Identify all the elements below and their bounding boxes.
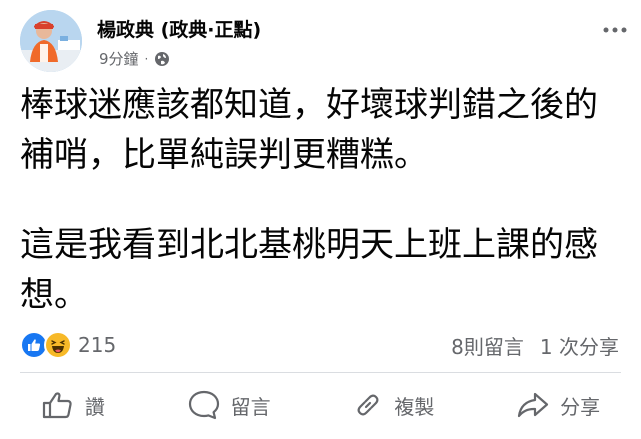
haha-icon bbox=[44, 331, 72, 359]
post-paragraph: 棒球迷應該都知道，好壞球判錯之後的補哨，比單純誤判更糟糕。 bbox=[20, 85, 598, 175]
author-name[interactable]: 楊政典 (政典·正點) bbox=[97, 15, 261, 42]
comment-count[interactable]: 8則留言 bbox=[451, 331, 524, 360]
post-text: 棒球迷應該都知道，好壞球判錯之後的補哨，比單純誤判更糟糕。 這是我看到北北基桃明… bbox=[20, 80, 630, 320]
reaction-count: 215 bbox=[78, 333, 117, 357]
like-label: 讚 bbox=[84, 394, 105, 419]
divider bbox=[20, 372, 621, 373]
engagement-stats: 8則留言 1 次分享 bbox=[451, 331, 619, 359]
more-options-button[interactable] bbox=[597, 18, 633, 42]
post-meta: 9分鐘 · bbox=[99, 48, 170, 69]
share-label: 分享 bbox=[560, 394, 601, 419]
post-header: 楊政典 (政典·正點) 9分鐘 · bbox=[20, 10, 627, 72]
reaction-icons bbox=[20, 331, 76, 359]
share-icon bbox=[518, 392, 549, 418]
post-paragraph: 這是我看到北北基桃明天上班上課的感想。 bbox=[20, 225, 598, 315]
share-count[interactable]: 1 次分享 bbox=[540, 331, 619, 360]
link-icon bbox=[357, 394, 379, 416]
copy-button[interactable]: 複製 bbox=[342, 383, 444, 427]
more-horizontal-icon bbox=[603, 27, 627, 33]
avatar[interactable] bbox=[20, 10, 82, 72]
copy-label: 複製 bbox=[394, 394, 435, 419]
action-bar: 讚 留言 複製 分享 bbox=[0, 376, 641, 434]
meta-separator: · bbox=[144, 51, 149, 66]
share-button[interactable]: 分享 bbox=[506, 384, 610, 426]
post-time[interactable]: 9分鐘 bbox=[99, 48, 139, 69]
avatar-photo bbox=[20, 10, 82, 72]
globe-icon[interactable] bbox=[154, 51, 170, 67]
like-button[interactable]: 讚 bbox=[31, 384, 115, 426]
facebook-post: 楊政典 (政典·正點) 9分鐘 · 棒球迷應該都知道，好壞球判錯之後的補哨，比單… bbox=[0, 0, 641, 439]
comment-button[interactable]: 留言 bbox=[177, 383, 281, 427]
comment-label: 留言 bbox=[230, 394, 271, 419]
thumbs-up-icon bbox=[42, 392, 72, 419]
comment-icon bbox=[188, 390, 219, 420]
reaction-summary[interactable]: 215 bbox=[20, 331, 116, 359]
